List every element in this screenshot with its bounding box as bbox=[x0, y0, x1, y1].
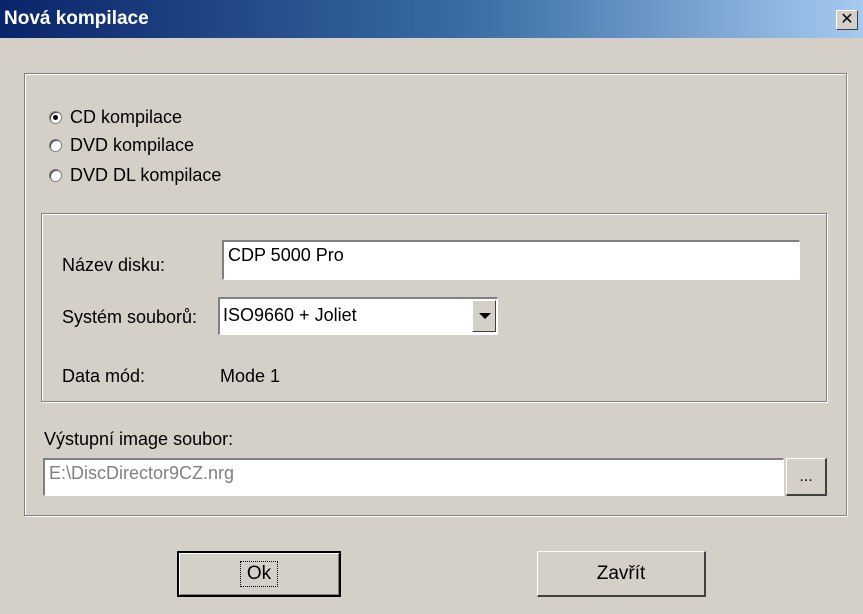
chevron-down-icon[interactable] bbox=[472, 300, 496, 332]
ok-button[interactable]: Ok bbox=[177, 551, 341, 597]
radio-cd-compilation[interactable]: CD kompilace bbox=[49, 107, 182, 128]
data-mode-label: Data mód: bbox=[62, 366, 146, 386]
radio-dvd-compilation[interactable]: DVD kompilace bbox=[49, 135, 194, 156]
new-compilation-dialog: Nová kompilace ✕ CD kompilace DVD kompil… bbox=[0, 0, 863, 614]
radio-button-icon[interactable] bbox=[49, 169, 62, 182]
radio-label: DVD kompilace bbox=[70, 135, 195, 155]
filesystem-label: Systém souborů: bbox=[62, 307, 198, 327]
output-image-label: Výstupní image soubor: bbox=[44, 429, 234, 449]
radio-dvd-dl-compilation[interactable]: DVD DL kompilace bbox=[49, 165, 221, 186]
disc-name-label: Název disku: bbox=[62, 255, 166, 275]
output-image-path-input[interactable]: E:\DiscDirector9CZ.nrg bbox=[43, 458, 784, 496]
radio-button-icon[interactable] bbox=[49, 111, 62, 124]
filesystem-value: ISO9660 + Joliet bbox=[223, 305, 357, 325]
disc-name-input[interactable]: CDP 5000 Pro bbox=[222, 240, 800, 280]
ok-button-label: Ok bbox=[239, 561, 279, 587]
browse-button[interactable]: ... bbox=[786, 458, 827, 496]
radio-label: DVD DL kompilace bbox=[70, 165, 222, 185]
data-mode-value: Mode 1 bbox=[220, 366, 281, 386]
close-button[interactable]: Zavřít bbox=[537, 551, 706, 597]
title-bar[interactable]: Nová kompilace ✕ bbox=[0, 0, 863, 38]
filesystem-select[interactable]: ISO9660 + Joliet bbox=[218, 297, 498, 335]
window-title: Nová kompilace bbox=[4, 8, 149, 29]
radio-button-icon[interactable] bbox=[49, 139, 62, 152]
close-icon[interactable]: ✕ bbox=[836, 10, 858, 30]
radio-label: CD kompilace bbox=[70, 107, 183, 127]
